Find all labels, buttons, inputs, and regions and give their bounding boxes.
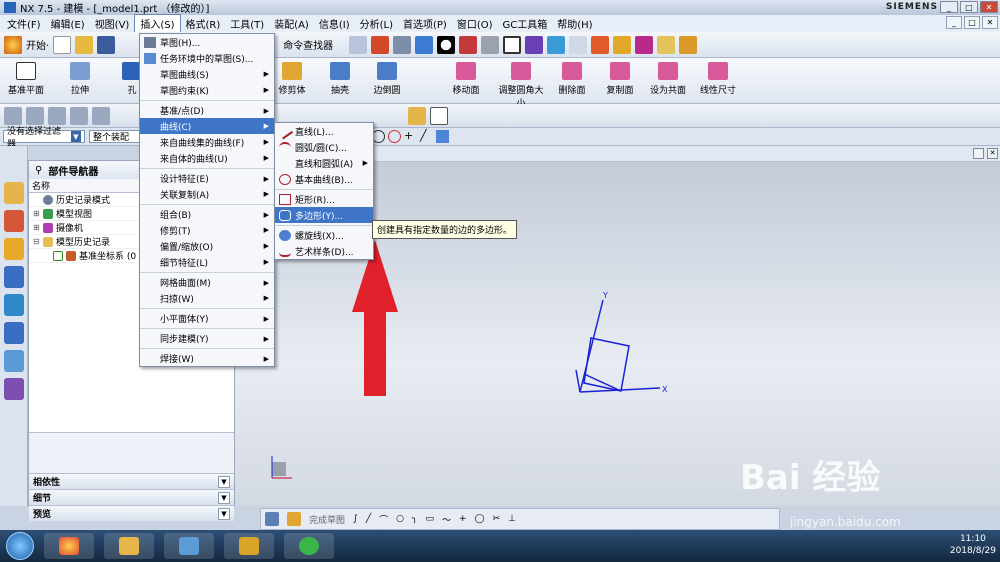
polygon-tooltip: 创建具有指定数量的边的多边形。 (372, 220, 518, 239)
menu-item-studio-spline[interactable]: 艺术样条(D)... (275, 243, 373, 259)
menu-item-facet-body[interactable]: 小平面体(Y) ▶ (140, 308, 274, 326)
paint-icon (179, 537, 199, 555)
sketch-toolbar: 完成草图 ∫ ╱ ⌒ ○ ╮ ▭ 〜 + ◯ ✂ ⊥ (260, 508, 780, 530)
constraint-icon[interactable]: ⊥ (508, 514, 516, 524)
menu-item-sketch-constraint[interactable]: 草图约束(K) ▶ (140, 82, 274, 98)
menu-item-curve-from-curves[interactable]: 来自曲线集的曲线(F) ▶ (140, 134, 274, 150)
menu-item-mesh-surface[interactable]: 网格曲面(M) ▶ (140, 272, 274, 290)
taskbar-app-1[interactable] (44, 533, 94, 559)
menu-item-detail-feature[interactable]: 细节特征(L) ▶ (140, 254, 274, 270)
x-axis-label: X (662, 385, 668, 394)
menu-item-curve-from-bodies[interactable]: 来自体的曲线(U) ▶ (140, 150, 274, 166)
rectangle-icon[interactable]: ▭ (425, 514, 434, 524)
menu-item-sketch-curve[interactable]: 草图曲线(S) ▶ (140, 66, 274, 82)
menu-item-arc-circle[interactable]: 圆弧/圆(C)... (275, 139, 373, 155)
profile-icon[interactable]: ∫ (353, 514, 358, 524)
menu-item-line[interactable]: 直线(L)... (275, 123, 373, 139)
menu-item-basic-curves[interactable]: 基本曲线(B)... (275, 171, 373, 187)
taskbar-app-explorer[interactable] (104, 533, 154, 559)
triad-icon (271, 456, 292, 479)
menu-item-sweep[interactable]: 扫掠(W) ▶ (140, 290, 274, 306)
menu-item-polygon[interactable]: 多边形(Y)... (275, 207, 373, 223)
menu-item-rectangle[interactable]: 矩形(R)... (275, 189, 373, 207)
menu-item-design-feature[interactable]: 设计特征(E) ▶ (140, 168, 274, 186)
start-orb-icon[interactable] (6, 532, 34, 560)
fillet-icon[interactable]: ╮ (412, 514, 417, 524)
arc-icon[interactable]: ⌒ (379, 513, 388, 526)
insert-menu: 草图(H)... 任务环境中的草图(S)... 草图曲线(S) ▶ 草图约束(K)… (139, 33, 275, 367)
y-axis-label: Y (602, 291, 608, 300)
curve-submenu: 直线(L)... 圆弧/圆(C)... 直线和圆弧(A) ▶ 基本曲线(B)...… (274, 122, 374, 260)
nx-icon (239, 537, 259, 555)
menu-item-datum-point[interactable]: 基准/点(D) ▶ (140, 100, 274, 118)
red-arrow (352, 240, 398, 396)
menu-item-sync-modeling[interactable]: 同步建模(Y) ▶ (140, 328, 274, 346)
finish-sketch-icon[interactable] (287, 512, 301, 526)
trim-icon[interactable]: ✂ (493, 514, 501, 524)
app-icon (59, 537, 79, 555)
refresh-icon (299, 537, 319, 555)
watermark-url: jingyan.baidu.com (790, 515, 901, 529)
menu-item-task-sketch[interactable]: 任务环境中的草图(S)... (140, 50, 274, 66)
menu-item-line-arc[interactable]: 直线和圆弧(A) ▶ (275, 155, 373, 171)
datum-csys[interactable] (575, 299, 661, 393)
system-clock[interactable]: 11:10 2018/8/29 (950, 533, 996, 557)
sketch-icon[interactable] (265, 512, 279, 526)
menu-item-combine[interactable]: 组合(B) ▶ (140, 204, 274, 222)
baidu-watermark: Bai 经验 (740, 458, 881, 498)
line-icon[interactable]: ╱ (366, 514, 371, 524)
taskbar-app-nx[interactable] (224, 533, 274, 559)
finish-sketch-label[interactable]: 完成草图 (309, 513, 345, 526)
menu-item-helix[interactable]: 螺旋线(X)... (275, 225, 373, 243)
menu-item-curve[interactable]: 曲线(C) ▶ (140, 118, 274, 134)
menu-item-associative-copy[interactable]: 关联复制(A) ▶ (140, 186, 274, 202)
point-icon[interactable]: + (459, 514, 467, 524)
offset-icon[interactable]: ◯ (475, 514, 485, 524)
circle-icon[interactable]: ○ (396, 514, 404, 524)
windows-taskbar: 11:10 2018/8/29 (0, 530, 1000, 562)
folder-icon (119, 537, 139, 555)
menu-item-sketch[interactable]: 草图(H)... (140, 34, 274, 50)
menu-item-weld[interactable]: 焊接(W) ▶ (140, 348, 274, 366)
menu-item-offset-scale[interactable]: 偏置/缩放(O) ▶ (140, 238, 274, 254)
spline-icon[interactable]: 〜 (442, 513, 451, 526)
menu-item-trim[interactable]: 修剪(T) ▶ (140, 222, 274, 238)
taskbar-app-green[interactable] (284, 533, 334, 559)
taskbar-app-paint[interactable] (164, 533, 214, 559)
